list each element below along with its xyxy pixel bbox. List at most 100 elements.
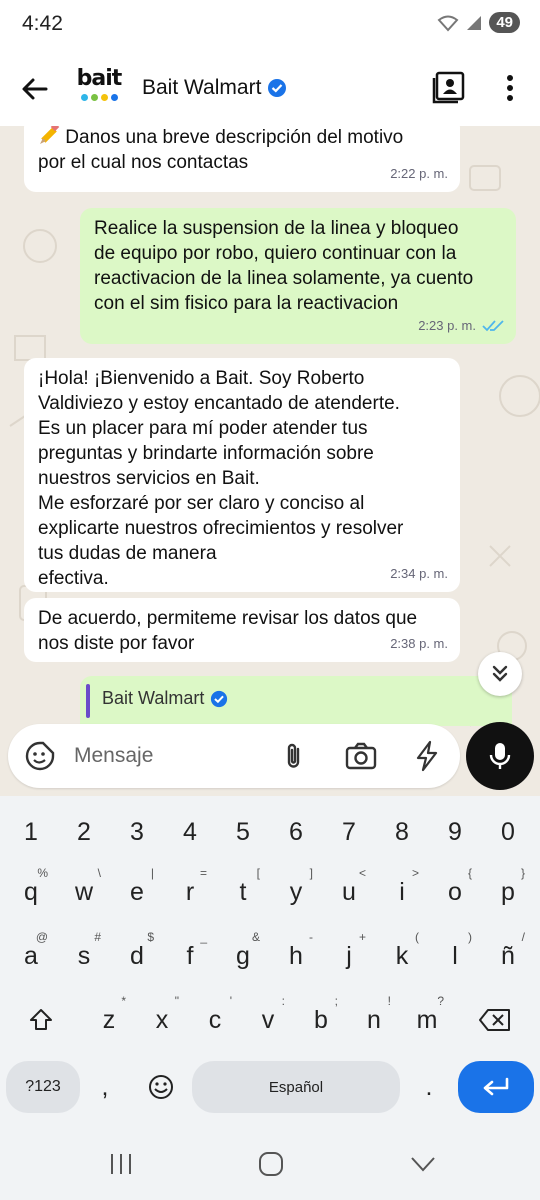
back-nav-icon[interactable] (410, 1154, 436, 1174)
key-label: r (185, 877, 195, 906)
key-label: d (130, 941, 144, 970)
key-z[interactable]: z * (86, 994, 132, 1046)
message-bubble-incoming[interactable]: ¡Hola! ¡Bienvenido a Bait. Soy Roberto V… (24, 358, 460, 592)
contact-title[interactable]: Bait Walmart (142, 76, 287, 100)
key-9[interactable]: 9 (432, 806, 478, 858)
back-arrow-icon[interactable] (18, 72, 52, 106)
camera-icon[interactable] (344, 740, 378, 772)
key-k[interactable]: k( (379, 930, 425, 982)
recent-apps-icon[interactable] (108, 1152, 134, 1176)
message-time: 2:34 p. m. (390, 566, 448, 581)
key-0[interactable]: 0 (485, 806, 531, 858)
key-ñ[interactable]: ñ / (485, 930, 531, 982)
message-meta: 2:23 p. m. (418, 313, 504, 338)
key-label: g (236, 941, 250, 970)
key-label: n (367, 1005, 381, 1034)
key-3[interactable]: 3 (114, 806, 160, 858)
backspace-key[interactable] (470, 994, 520, 1046)
message-input-container: Mensaje (8, 724, 460, 788)
key-m[interactable]: m? (404, 994, 450, 1046)
key-d[interactable]: d $ (114, 930, 160, 982)
chat-area[interactable]: Danos una breve descripción del motivo p… (0, 126, 540, 796)
home-icon[interactable] (258, 1152, 284, 1176)
message-text: ¡Hola! ¡Bienvenido a Bait. Soy Roberto V… (38, 368, 404, 589)
shift-key[interactable] (18, 994, 64, 1046)
message-text: Realice la suspension de la linea y bloq… (94, 218, 474, 314)
comma-key[interactable]: , (82, 1061, 128, 1113)
key-hint: $ (147, 930, 154, 944)
key-j[interactable]: j + (326, 930, 372, 982)
key-label: ñ (501, 941, 515, 970)
key-8[interactable]: 8 (379, 806, 425, 858)
key-a[interactable]: a @ (8, 930, 54, 982)
message-time: 2:23 p. m. (418, 318, 476, 333)
quoted-message-bubble[interactable]: Bait Walmart (80, 676, 512, 726)
contact-card-icon[interactable] (432, 70, 466, 104)
key-label: i (399, 877, 405, 906)
sticker-icon[interactable] (24, 740, 56, 772)
bait-logo: bait (76, 66, 123, 91)
key-b[interactable]: b; (298, 994, 344, 1046)
key-x[interactable]: x " (139, 994, 185, 1046)
key-v[interactable]: v: (245, 994, 291, 1046)
key-6[interactable]: 6 (273, 806, 319, 858)
key-t[interactable]: t[ (220, 866, 266, 918)
key-q[interactable]: q% (8, 866, 54, 918)
system-navigation-bar (0, 1130, 540, 1200)
key-r[interactable]: r = (167, 866, 213, 918)
key-p[interactable]: p} (485, 866, 531, 918)
message-meta: 2:22 p. m. (390, 161, 448, 186)
key-hint: | (150, 866, 154, 880)
key-label: 9 (448, 817, 462, 846)
message-bubble-incoming[interactable]: Danos una breve descripción del motivo p… (24, 126, 460, 192)
key-n[interactable]: n! (351, 994, 397, 1046)
period-key[interactable]: . (406, 1061, 452, 1113)
status-time: 4:42 (22, 12, 63, 35)
key-label: o (448, 877, 462, 906)
logo-dots (74, 94, 124, 101)
key-label: 0 (501, 817, 515, 846)
more-options-icon[interactable] (496, 72, 524, 104)
key-c[interactable]: c ' (192, 994, 238, 1046)
verified-badge-icon (211, 690, 228, 707)
key-h[interactable]: h- (273, 930, 319, 982)
emoji-key[interactable] (138, 1061, 184, 1113)
key-1[interactable]: 1 (8, 806, 54, 858)
emoji-icon (149, 1075, 173, 1099)
scroll-to-bottom-button[interactable] (478, 652, 522, 696)
key-5[interactable]: 5 (220, 806, 266, 858)
message-input[interactable]: Mensaje (74, 744, 153, 768)
key-o[interactable]: o{ (432, 866, 478, 918)
key-hint: { (467, 866, 472, 880)
voice-message-button[interactable] (466, 722, 534, 790)
key-s[interactable]: s # (61, 930, 107, 982)
space-key[interactable]: Español (192, 1061, 400, 1113)
key-hint: ' (229, 994, 232, 1008)
key-l[interactable]: l) (432, 930, 478, 982)
key-g[interactable]: g & (220, 930, 266, 982)
key-label: 6 (289, 817, 303, 846)
key-label: u (342, 877, 356, 906)
key-y[interactable]: y] (273, 866, 319, 918)
key-label: t (239, 877, 247, 906)
key-label: w (74, 877, 94, 906)
message-compose-bar: Mensaje (0, 720, 540, 796)
key-u[interactable]: u < (326, 866, 372, 918)
contact-avatar[interactable]: bait (74, 68, 124, 108)
key-label: x (155, 1005, 169, 1034)
message-bubble-outgoing[interactable]: Realice la suspension de la linea y bloq… (80, 208, 516, 344)
quick-reply-bolt-icon[interactable] (412, 740, 442, 772)
key-7[interactable]: 7 (326, 806, 372, 858)
key-e[interactable]: e | (114, 866, 160, 918)
key-2[interactable]: 2 (61, 806, 107, 858)
key-w[interactable]: w \ (61, 866, 107, 918)
enter-key[interactable] (458, 1061, 534, 1113)
key-label: p (501, 877, 515, 906)
symbols-key[interactable]: ?123 (6, 1061, 80, 1113)
attach-icon[interactable] (278, 740, 310, 772)
shift-arrow-icon (30, 1009, 52, 1030)
key-f[interactable]: f _ (167, 930, 213, 982)
key-i[interactable]: i > (379, 866, 425, 918)
key-4[interactable]: 4 (167, 806, 213, 858)
message-bubble-incoming[interactable]: De acuerdo, permiteme revisar los datos … (24, 598, 460, 662)
